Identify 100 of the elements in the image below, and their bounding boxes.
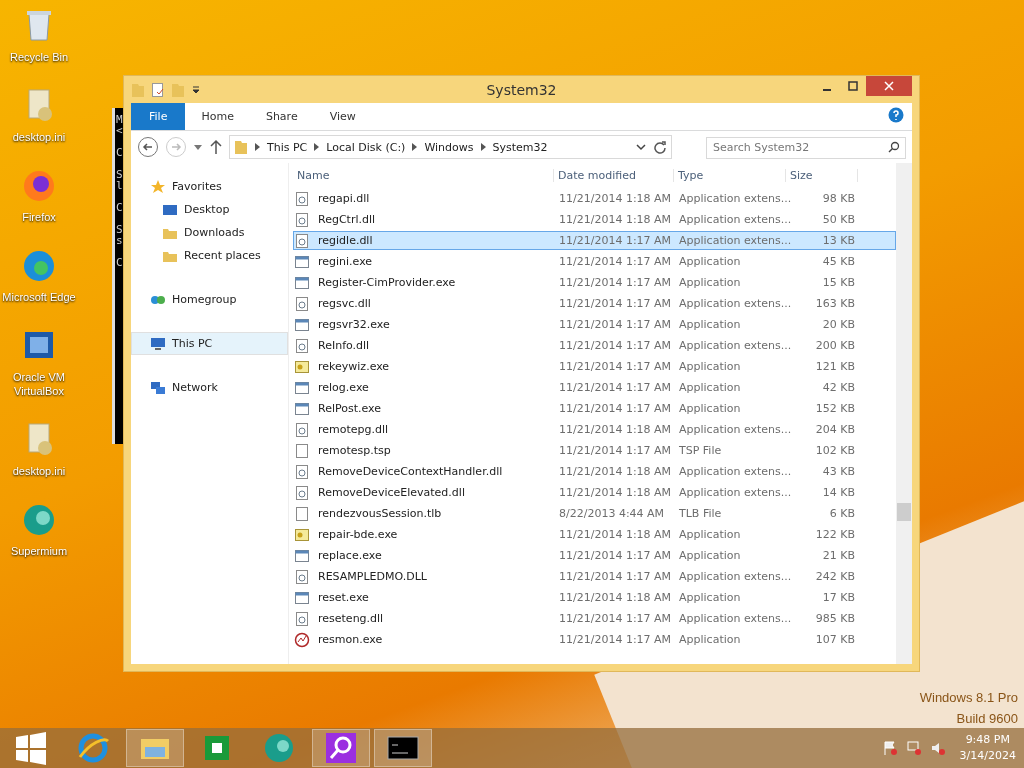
gear-file-icon [294, 463, 310, 480]
nav-item[interactable]: Homegroup [131, 288, 288, 311]
file-row[interactable]: reseteng.dll 11/21/2014 1:17 AM Application extens... 985 KB [293, 609, 896, 628]
file-row[interactable]: ReInfo.dll 11/21/2014 1:17 AM Application extens... 200 KB [293, 336, 896, 355]
file-name: remotepg.dll [317, 423, 389, 436]
console-text: C [116, 201, 123, 214]
file-menu-button[interactable]: File [131, 103, 186, 130]
scrollbar-thumb[interactable] [897, 503, 911, 521]
speaker-muted-icon[interactable] [929, 740, 946, 756]
file-row[interactable]: reset.exe 11/21/2014 1:18 AM Application 17 KB [293, 588, 896, 607]
file-row[interactable]: resmon.exe 11/21/2014 1:17 AM Application 107 KB [293, 630, 896, 649]
folder-icon [131, 81, 145, 98]
star-icon [150, 178, 166, 195]
breadcrumb-item[interactable]: This PC [267, 140, 308, 154]
up-button[interactable] [209, 139, 223, 155]
date-cell-text: 11/21/2014 1:17 AM [558, 297, 673, 310]
file-row[interactable]: RegCtrl.dll 11/21/2014 1:18 AM Application extens... 50 KB [293, 210, 896, 229]
column-header[interactable]: Date modified [554, 168, 674, 182]
file-row[interactable]: regapi.dll 11/21/2014 1:18 AM Application extens... 98 KB [293, 189, 896, 208]
date-cell-text: 11/21/2014 1:17 AM [558, 360, 673, 373]
breadcrumb-item[interactable]: Windows [424, 140, 474, 154]
nav-item[interactable]: Favorites [131, 175, 288, 198]
file-row[interactable]: RemoveDeviceContextHandler.dll 11/21/2014 1:18 AM Application extens... 43 KB [293, 462, 896, 481]
file-row[interactable]: repair-bde.exe 11/21/2014 1:18 AM Application 122 KB [293, 525, 896, 544]
size-cell-text: 17 KB [821, 591, 856, 604]
close-icon [884, 81, 894, 91]
file-name: resmon.exe [317, 633, 383, 646]
date-cell-text: 11/21/2014 1:17 AM [558, 318, 673, 331]
type-cell-text: TSP File [678, 444, 723, 457]
date-cell-text: 11/21/2014 1:18 AM [558, 591, 673, 604]
breadcrumb-item[interactable]: System32 [492, 140, 548, 154]
file-name: reset.exe [317, 591, 369, 604]
document-icon[interactable] [151, 81, 165, 98]
taskbar-button[interactable] [312, 729, 370, 767]
file-row[interactable]: remotesp.tsp 11/21/2014 1:17 AM TSP File 102 KB [293, 441, 896, 460]
chevron-icon [314, 143, 320, 151]
file-name: rendezvousSession.tlb [317, 507, 442, 520]
file-icon [294, 505, 310, 522]
file-row[interactable]: RESAMPLEDMO.DLL 11/21/2014 1:17 AM Application extens... 242 KB [293, 567, 896, 586]
file-name: RegCtrl.dll [317, 213, 376, 226]
back-button[interactable] [137, 136, 159, 158]
size-cell-text: 45 KB [821, 255, 856, 268]
file-row[interactable]: regsvc.dll 11/21/2014 1:17 AM Application extens... 163 KB [293, 294, 896, 313]
scrollbar[interactable] [896, 163, 912, 664]
column-header[interactable]: Name [293, 168, 554, 182]
chevron-icon [480, 143, 486, 151]
date-cell-text: 11/21/2014 1:17 AM [558, 570, 673, 583]
file-row[interactable]: replace.exe 11/21/2014 1:17 AM Application 21 KB [293, 546, 896, 565]
application-icon [294, 589, 310, 606]
nav-item[interactable]: Network [131, 376, 288, 399]
file-name: replace.exe [317, 549, 382, 562]
date-cell-text: 11/21/2014 1:17 AM [558, 633, 673, 646]
file-row[interactable]: Register-CimProvider.exe 11/21/2014 1:17 AM Application 15 KB [293, 273, 896, 292]
taskbar-button[interactable] [374, 729, 432, 767]
nav-item[interactable]: Downloads [131, 221, 288, 244]
date-cell-text: 11/21/2014 1:18 AM [558, 465, 673, 478]
file-name: reseteng.dll [317, 612, 384, 625]
address-bar[interactable]: This PC Local Disk (C:) Windows System32 [229, 135, 672, 159]
recent-dropdown[interactable] [193, 142, 203, 152]
close-button[interactable] [866, 76, 912, 96]
nav-item[interactable]: This PC [131, 332, 288, 355]
breadcrumb-item[interactable]: Local Disk (C:) [326, 140, 406, 154]
nav-item[interactable]: Desktop [131, 198, 288, 221]
search-field[interactable]: Search System32 [706, 136, 906, 159]
file-row[interactable]: remotepg.dll 11/21/2014 1:18 AM Application extens... 204 KB [293, 420, 896, 439]
folder-icon [234, 139, 248, 155]
file-row[interactable]: relog.exe 11/21/2014 1:17 AM Application 42 KB [293, 378, 896, 397]
console-text: C [116, 146, 123, 159]
gear-file-icon [294, 421, 310, 438]
nav-item[interactable]: Recent places [131, 244, 288, 267]
search-icon [888, 141, 900, 153]
size-cell-text: 152 KB [814, 402, 856, 415]
file-row[interactable]: regsvr32.exe 11/21/2014 1:17 AM Application 20 KB [293, 315, 896, 334]
gear-file-icon [294, 295, 310, 312]
console-text: l [116, 179, 123, 192]
dropdown-icon[interactable] [636, 143, 646, 151]
file-row[interactable]: regini.exe 11/21/2014 1:17 AM Application 45 KB [293, 252, 896, 271]
file-row[interactable]: RelPost.exe 11/21/2014 1:17 AM Application 152 KB [293, 399, 896, 418]
file-row[interactable]: RemoveDeviceElevated.dll 11/21/2014 1:18 AM Application extens... 14 KB [293, 483, 896, 502]
network-icon [150, 379, 166, 396]
date-cell-text: 11/21/2014 1:17 AM [558, 255, 673, 268]
file-name: regapi.dll [317, 192, 370, 205]
console-text: s [116, 234, 123, 247]
file-row[interactable]: regidle.dll 11/21/2014 1:17 AM Application extens... 13 KB [293, 231, 896, 250]
file-row[interactable]: rekeywiz.exe 11/21/2014 1:17 AM Application 121 KB [293, 357, 896, 376]
dropdown-icon[interactable] [191, 84, 201, 95]
console-text: < [116, 124, 123, 137]
date-cell-text: 11/21/2014 1:17 AM [558, 612, 673, 625]
help-icon[interactable] [888, 106, 904, 123]
refresh-icon[interactable] [653, 140, 667, 154]
column-header[interactable]: Size [786, 168, 858, 182]
gear-file-icon [294, 337, 310, 354]
network-icon[interactable] [905, 740, 922, 756]
date-cell-text: 11/21/2014 1:17 AM [558, 234, 673, 247]
application-icon [294, 253, 310, 270]
flag-icon[interactable] [881, 740, 898, 756]
column-header[interactable]: Type [674, 168, 786, 182]
minimize-icon [822, 89, 832, 91]
file-row[interactable]: rendezvousSession.tlb 8/22/2013 4:44 AM TLB File 6 KB [293, 504, 896, 523]
application-icon [294, 547, 310, 564]
